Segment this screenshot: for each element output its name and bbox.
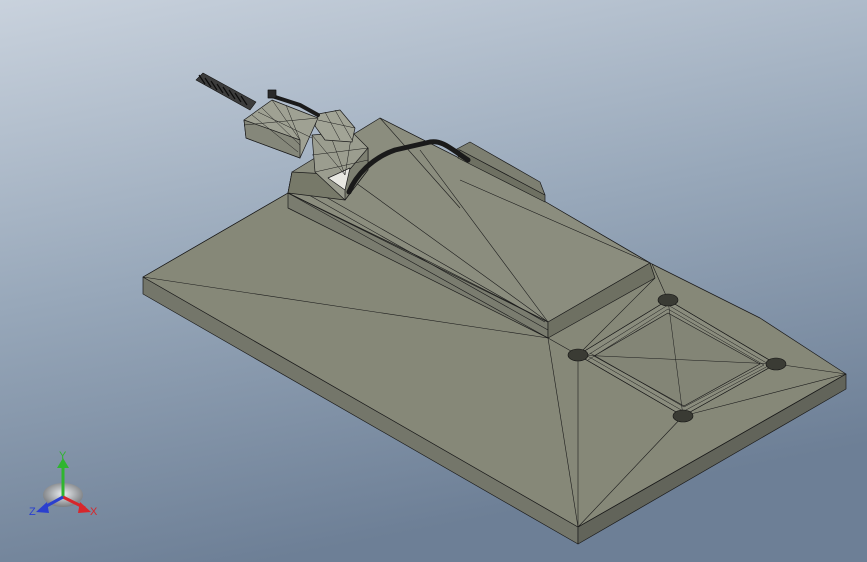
mounting-hole-4 xyxy=(672,409,694,423)
mounting-hole-2 xyxy=(657,293,679,307)
mounting-hole-1 xyxy=(567,348,589,362)
triad-x-label: X xyxy=(90,506,98,518)
graphics-viewport[interactable]: Y X Z xyxy=(0,0,867,562)
triad-z-label: Z xyxy=(29,506,36,518)
triad-y-label: Y xyxy=(59,450,67,462)
mounting-hole-3 xyxy=(765,357,787,371)
viewport-canvas[interactable]: Y X Z xyxy=(0,0,867,562)
